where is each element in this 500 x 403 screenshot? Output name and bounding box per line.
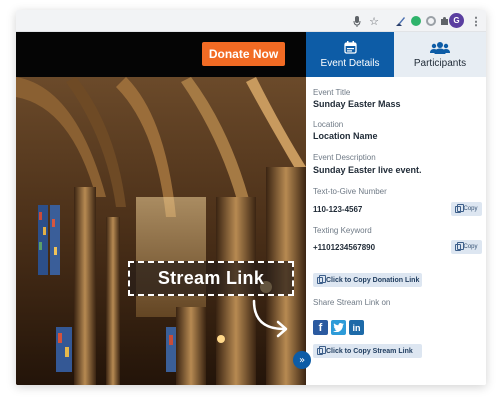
copy-number-label: Copy <box>463 206 478 212</box>
extension-grey-icon[interactable] <box>424 14 438 28</box>
curved-arrow-icon <box>252 299 288 338</box>
copy-icon <box>317 345 326 355</box>
copy-stream-link-button[interactable]: Click to Copy Stream Link <box>313 344 422 358</box>
tab-event-details-label: Event Details <box>320 57 380 69</box>
share-label: Share Stream Link on <box>313 298 391 307</box>
browser-toolbar: ☆ G ⋮ <box>16 10 486 32</box>
location-value: Location Name <box>313 131 378 141</box>
extension-green-icon[interactable] <box>409 14 423 28</box>
keyword-label: Texting Keyword <box>313 226 372 235</box>
copy-donation-link-label: Click to Copy Donation Link <box>326 276 420 284</box>
facebook-icon[interactable]: f <box>313 320 328 335</box>
location-label: Location <box>313 120 344 129</box>
copy-icon <box>455 241 465 251</box>
text-to-give-label: Text-to-Give Number <box>313 187 387 196</box>
copy-stream-link-label: Click to Copy Stream Link <box>326 347 413 355</box>
video-player[interactable]: Donate Now Stream Link <box>16 32 306 385</box>
tab-participants-label: Participants <box>413 57 467 69</box>
copy-keyword-button[interactable]: Copy <box>451 240 482 254</box>
microphone-icon[interactable] <box>350 14 364 28</box>
text-to-give-value: 110-123-4567 <box>313 205 363 214</box>
browser-menu-icon[interactable]: ⋮ <box>469 14 483 28</box>
tab-event-details[interactable]: Event Details <box>306 32 394 77</box>
copy-keyword-label: Copy <box>463 244 478 250</box>
tab-participants[interactable]: Participants <box>394 32 486 77</box>
copy-icon <box>317 274 326 284</box>
keyword-value: +1101234567890 <box>313 243 376 252</box>
event-title-value: Sunday Easter Mass <box>313 99 401 109</box>
linkedin-icon[interactable]: in <box>349 320 364 335</box>
stream-link-overlay[interactable]: Stream Link <box>128 261 294 296</box>
copy-donation-link-button[interactable]: Click to Copy Donation Link <box>313 273 422 287</box>
event-title-label: Event Title <box>313 88 351 97</box>
calendar-icon <box>343 40 357 54</box>
collapse-panel-button[interactable]: » <box>293 351 311 369</box>
twitter-icon[interactable] <box>331 320 346 335</box>
profile-avatar[interactable]: G <box>449 13 464 28</box>
copy-number-button[interactable]: Copy <box>451 202 482 216</box>
description-value: Sunday Easter live event. <box>313 165 422 175</box>
donate-button[interactable]: Donate Now <box>202 42 285 66</box>
event-side-panel: Event Details Participants Event Title S… <box>306 32 486 385</box>
users-icon <box>430 41 450 54</box>
extension-brush-icon[interactable] <box>393 14 407 28</box>
description-label: Event Description <box>313 153 376 162</box>
panel-tabs: Event Details Participants <box>306 32 486 77</box>
bookmark-star-icon[interactable]: ☆ <box>367 14 381 28</box>
copy-icon <box>455 203 465 213</box>
app-window: ☆ G ⋮ Donate Now Stream Link Event Detai… <box>16 10 486 385</box>
video-topbar: Donate Now <box>16 32 306 77</box>
